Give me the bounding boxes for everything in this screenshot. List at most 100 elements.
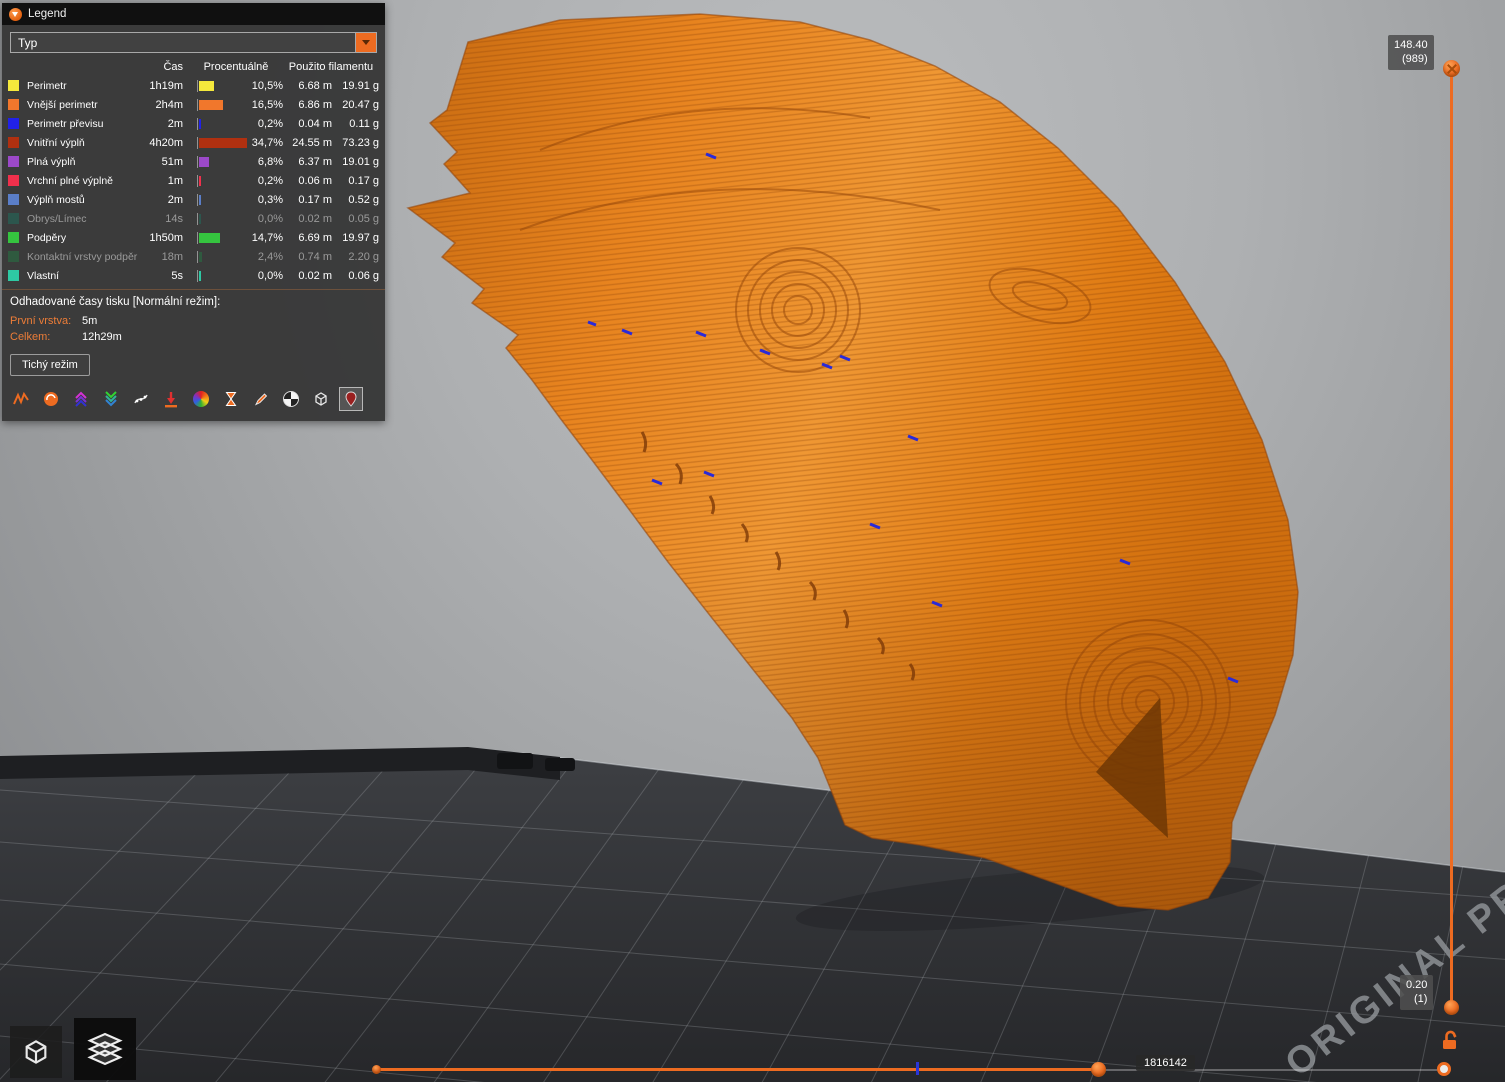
feature-label: Podpěry (27, 231, 67, 244)
feature-percent: 0,3% (257, 193, 283, 206)
feature-bar (197, 136, 247, 149)
layer-bottom-height: 0.20 (1406, 979, 1428, 991)
legend-row[interactable]: Perimetr převisu 2m 0,2% 0.04 m 0.11 g (2, 114, 385, 133)
estimates-heading: Odhadované časy tisku [Normální režim]: (10, 296, 221, 308)
moves-slider-left-handle[interactable] (372, 1065, 381, 1074)
feature-label: Kontaktní vrstvy podpěr (27, 250, 138, 263)
feature-weight: 19.91 g (342, 79, 379, 92)
retractions-icon[interactable] (70, 388, 92, 410)
feature-label: Vnější perimetr (27, 98, 98, 111)
editor-view-button[interactable] (10, 1026, 62, 1078)
tool-changes-icon[interactable] (190, 388, 212, 410)
feature-percent: 0,0% (257, 269, 283, 282)
feature-length: 6.69 m (298, 231, 332, 244)
feature-bar (197, 250, 247, 263)
feature-time: 5s (171, 269, 183, 282)
view-type-dropdown[interactable]: Typ (10, 32, 377, 53)
legend-table-header: Čas Procentuálně Použito filamentu (2, 58, 385, 76)
cube-3d-icon (25, 1040, 47, 1064)
feature-color-swatch (8, 156, 19, 167)
center-of-mass-icon[interactable] (280, 388, 302, 410)
feature-weight: 0.52 g (348, 193, 379, 206)
header-time: Čas (163, 61, 183, 73)
shells-icon[interactable] (310, 388, 332, 410)
layer-slider-top-tooltip: 148.40 (989) (1388, 35, 1434, 70)
legend-row[interactable]: Vlastní 5s 0,0% 0.02 m 0.06 g (2, 266, 385, 285)
preview-view-button[interactable] (74, 1018, 136, 1080)
legend-row[interactable]: Obrys/Límec 14s 0,0% 0.02 m 0.05 g (2, 209, 385, 228)
feature-percent: 6,8% (257, 155, 283, 168)
legend-row[interactable]: Podpěry 1h50m 14,7% 6.69 m 19.97 g (2, 228, 385, 247)
legend-row[interactable]: Výplň mostů 2m 0,3% 0.17 m 0.52 g (2, 190, 385, 209)
feature-time: 14s (165, 212, 183, 225)
bed-clip (545, 758, 575, 771)
legend-toggle-icon[interactable] (339, 387, 363, 411)
feature-weight: 0.05 g (348, 212, 379, 225)
feature-label: Perimetr (27, 79, 67, 92)
feature-percent: 0,2% (257, 117, 283, 130)
layer-slider-top-handle[interactable] (1443, 60, 1460, 77)
feature-label: Vnitřní výplň (27, 136, 85, 149)
layer-slider-bottom-handle[interactable] (1444, 1000, 1459, 1015)
legend-row[interactable]: Perimetr 1h19m 10,5% 6.68 m 19.91 g (2, 76, 385, 95)
moves-slider-track[interactable] (377, 1068, 1099, 1071)
feature-weight: 2.20 g (348, 250, 379, 263)
prusaslicer-preview-window: { "scene": { "bed_brand_text": "ORIGINAL… (0, 0, 1505, 1082)
first-layer-label: První vrstva: (10, 315, 72, 327)
seams-icon[interactable] (130, 388, 152, 410)
lock-icon[interactable] (1441, 1030, 1460, 1056)
pause-prints-icon[interactable] (220, 388, 242, 410)
dropdown-button[interactable] (355, 33, 376, 52)
legend-row[interactable]: Vnější perimetr 2h4m 16,5% 6.86 m 20.47 … (2, 95, 385, 114)
feature-length: 0.74 m (298, 250, 332, 263)
travels-icon[interactable] (10, 388, 32, 410)
feature-color-swatch (8, 251, 19, 262)
feature-color-swatch (8, 270, 19, 281)
feature-length: 0.02 m (298, 269, 332, 282)
feature-bar (197, 79, 247, 92)
moves-slider-badge: 1816142 (1136, 1055, 1195, 1071)
feature-bar (197, 174, 247, 187)
moves-slider-marker-tick (916, 1062, 919, 1075)
legend-row[interactable]: Vnitřní výplň 4h20m 34,7% 24.55 m 73.23 … (2, 133, 385, 152)
legend-titlebar[interactable]: Legend (2, 3, 385, 25)
moves-slider-end-handle[interactable] (1437, 1062, 1451, 1076)
feature-length: 24.55 m (292, 136, 332, 149)
feature-weight: 0.17 g (348, 174, 379, 187)
feature-time: 2m (167, 193, 183, 206)
legend-row[interactable]: Plná výplň 51m 6,8% 6.37 m 19.01 g (2, 152, 385, 171)
feature-time: 51m (161, 155, 183, 168)
feature-weight: 0.06 g (348, 269, 379, 282)
feature-length: 6.68 m (298, 79, 332, 92)
layer-slider-bottom-tooltip: 0.20 (1) (1400, 975, 1434, 1010)
wipe-icon[interactable] (40, 388, 62, 410)
feature-bar (197, 231, 247, 244)
legend-panel: Legend Typ Čas Procentuálně Použito fila… (2, 3, 385, 421)
silent-mode-button[interactable]: Tichý režim (10, 354, 90, 376)
feature-time: 1h19m (149, 79, 183, 92)
total-time-value: 12h29m (82, 331, 122, 343)
legend-row[interactable]: Kontaktní vrstvy podpěr 18m 2,4% 0.74 m … (2, 247, 385, 266)
header-percent: Procentuálně (203, 61, 269, 73)
feature-length: 6.37 m (298, 155, 332, 168)
moves-slider-handle[interactable] (1091, 1062, 1106, 1077)
feature-color-swatch (8, 194, 19, 205)
feature-time: 1h50m (149, 231, 183, 244)
preview-options-toolbar (2, 380, 385, 421)
layer-top-index: (989) (1401, 53, 1428, 66)
feature-color-swatch (8, 137, 19, 148)
layer-slider-track[interactable] (1450, 76, 1453, 1004)
feature-percent: 2,4% (257, 250, 283, 263)
feature-weight: 20.47 g (342, 98, 379, 111)
custom-gcodes-icon[interactable] (250, 388, 272, 410)
legend-row[interactable]: Vrchní plné výplně 1m 0,2% 0.06 m 0.17 g (2, 171, 385, 190)
feature-bar (197, 212, 247, 225)
feature-time: 18m (161, 250, 183, 263)
color-changes-icon[interactable] (160, 388, 182, 410)
layer-top-height: 148.40 (1394, 39, 1428, 51)
feature-weight: 73.23 g (342, 136, 379, 149)
deretractions-icon[interactable] (100, 388, 122, 410)
view-type-value: Typ (18, 35, 38, 50)
feature-bar (197, 98, 247, 111)
feature-length: 0.04 m (298, 117, 332, 130)
